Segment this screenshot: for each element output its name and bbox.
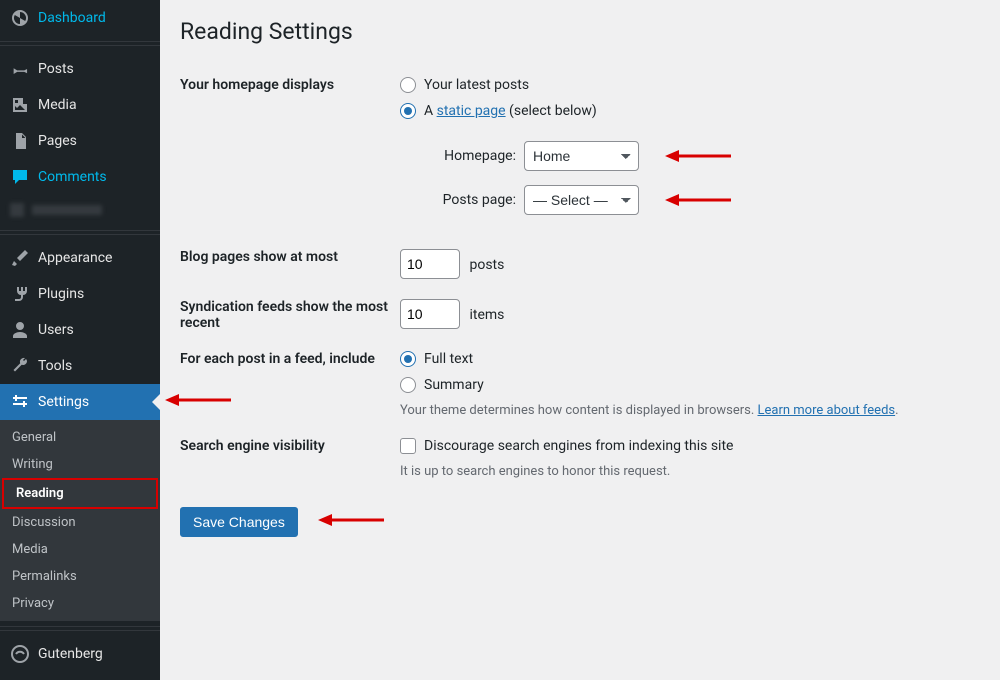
dashboard-icon: [10, 8, 30, 28]
settings-form: Your homepage displays Your latest posts…: [180, 67, 980, 489]
sidebar-item-media[interactable]: Media: [0, 87, 160, 123]
text: (select below): [506, 103, 597, 119]
sidebar-item-label: Tools: [38, 358, 72, 374]
text: Your theme determines how content is dis…: [400, 403, 758, 418]
sidebar-item-label: Appearance: [38, 250, 112, 266]
homepage-select[interactable]: Home: [524, 141, 639, 171]
static-page-link[interactable]: static page: [437, 103, 506, 119]
brush-icon: [10, 248, 30, 268]
seo-checkbox-row[interactable]: Discourage search engines from indexing …: [400, 438, 970, 454]
sidebar-item-label: Posts: [38, 61, 74, 77]
annotation-arrow-postspage: [663, 191, 733, 209]
sidebar-item-label: Gutenberg: [38, 646, 103, 662]
sidebar-item-label: Media: [38, 97, 77, 113]
homepage-select-label: Homepage:: [426, 148, 516, 164]
sidebar-item-label: Plugins: [38, 286, 84, 302]
radio-option-static-page[interactable]: A static page (select below): [400, 103, 970, 119]
radio-icon: [400, 77, 416, 93]
field-heading-feed-include: For each post in a feed, include: [180, 341, 400, 428]
blog-pages-input[interactable]: [400, 249, 460, 279]
field-heading-seo: Search engine visibility: [180, 428, 400, 489]
text: A: [424, 103, 437, 119]
syndication-input[interactable]: [400, 299, 460, 329]
menu-separator: [0, 626, 160, 631]
field-heading-syndication: Syndication feeds show the most recent: [180, 289, 400, 341]
sidebar-item-label: Comments: [38, 169, 107, 185]
text: .: [895, 403, 898, 418]
sidebar-item-label: Pages: [38, 133, 77, 149]
sidebar-item-plugins[interactable]: Plugins: [0, 276, 160, 312]
learn-more-feeds-link[interactable]: Learn more about feeds: [758, 403, 896, 418]
submenu-item-privacy[interactable]: Privacy: [0, 590, 160, 617]
sidebar-item-gutenberg[interactable]: Gutenberg: [0, 636, 160, 672]
comment-icon: [10, 167, 30, 187]
radio-option-full-text[interactable]: Full text: [400, 351, 970, 367]
gutenberg-icon: [10, 644, 30, 664]
radio-icon: [400, 351, 416, 367]
submenu-item-media[interactable]: Media: [0, 536, 160, 563]
sliders-icon: [10, 392, 30, 412]
field-heading-homepage: Your homepage displays: [180, 67, 400, 239]
sidebar-item-appearance[interactable]: Appearance: [0, 240, 160, 276]
sidebar-item-posts[interactable]: Posts: [0, 51, 160, 87]
radio-label: A static page (select below): [424, 103, 597, 119]
sidebar-item-label: Users: [38, 322, 74, 338]
settings-submenu: General Writing Reading Discussion Media…: [0, 420, 160, 621]
annotation-arrow-homepage: [663, 147, 733, 165]
seo-description: It is up to search engines to honor this…: [400, 464, 970, 479]
submenu-item-general[interactable]: General: [0, 424, 160, 451]
media-icon: [10, 95, 30, 115]
plug-icon: [10, 284, 30, 304]
annotation-box-reading: Reading: [2, 478, 158, 509]
sidebar-item-comments[interactable]: Comments: [0, 159, 160, 195]
sidebar-item-tools[interactable]: Tools: [0, 348, 160, 384]
syndication-suffix: items: [469, 307, 504, 323]
menu-separator: [0, 230, 160, 235]
sidebar-item-dashboard[interactable]: Dashboard: [0, 0, 160, 36]
radio-option-latest-posts[interactable]: Your latest posts: [400, 77, 970, 93]
sidebar-item-users[interactable]: Users: [0, 312, 160, 348]
submenu-item-permalinks[interactable]: Permalinks: [0, 563, 160, 590]
radio-label: Full text: [424, 351, 473, 367]
admin-sidebar: Dashboard Posts Media Pages Comments App: [0, 0, 160, 680]
radio-icon: [400, 377, 416, 393]
radio-option-summary[interactable]: Summary: [400, 377, 970, 393]
postspage-select[interactable]: — Select —: [524, 185, 639, 215]
sidebar-item-pages[interactable]: Pages: [0, 123, 160, 159]
postspage-select-row: Posts page: — Select —: [426, 185, 970, 215]
homepage-select-row: Homepage: Home: [426, 141, 970, 171]
checkbox-icon: [400, 438, 416, 454]
menu-separator: [0, 41, 160, 46]
blog-pages-suffix: posts: [469, 257, 504, 273]
radio-label: Your latest posts: [424, 77, 529, 93]
field-heading-blogpages: Blog pages show at most: [180, 239, 400, 289]
sidebar-item-label: Settings: [38, 394, 89, 410]
page-title: Reading Settings: [180, 18, 980, 45]
pin-icon: [10, 59, 30, 79]
postspage-select-label: Posts page:: [426, 192, 516, 208]
checkbox-label: Discourage search engines from indexing …: [424, 438, 733, 454]
radio-label: Summary: [424, 377, 484, 393]
sidebar-item-blurred: [0, 195, 160, 225]
user-icon: [10, 320, 30, 340]
sidebar-item-label: Dashboard: [38, 10, 106, 26]
wrench-icon: [10, 356, 30, 376]
settings-page: Reading Settings Your homepage displays …: [160, 0, 1000, 680]
annotation-arrow-save: [316, 511, 386, 529]
submenu-item-reading[interactable]: Reading: [4, 480, 156, 507]
page-icon: [10, 131, 30, 151]
submenu-item-writing[interactable]: Writing: [0, 451, 160, 478]
save-changes-button[interactable]: Save Changes: [180, 507, 298, 537]
submenu-item-discussion[interactable]: Discussion: [0, 509, 160, 536]
sidebar-item-settings[interactable]: Settings: [0, 384, 160, 420]
feed-description: Your theme determines how content is dis…: [400, 403, 970, 418]
radio-icon: [400, 103, 416, 119]
